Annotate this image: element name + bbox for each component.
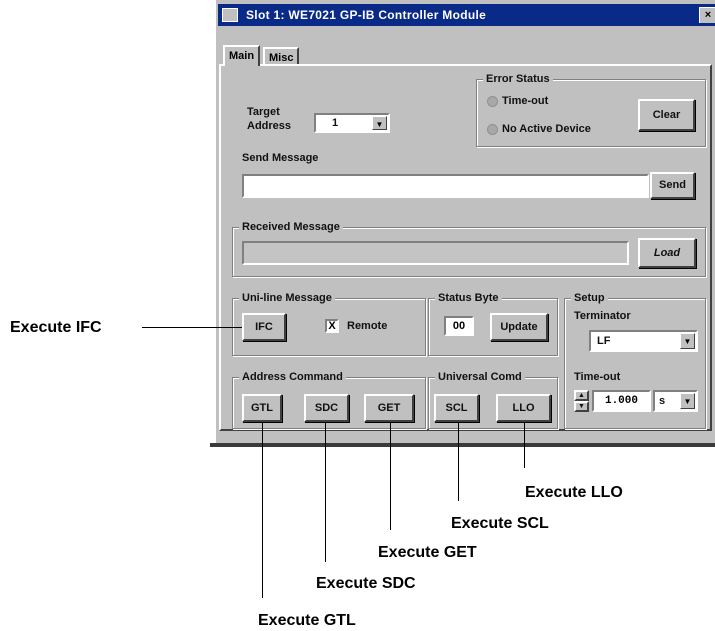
callout-line-gtl xyxy=(262,422,263,598)
window-left-edge xyxy=(214,0,216,443)
send-message-label: Send Message xyxy=(242,152,319,164)
clear-button[interactable]: Clear xyxy=(638,99,695,131)
chevron-down-icon[interactable]: ▼ xyxy=(680,333,695,349)
target-address-combobox[interactable]: 1 ▼ xyxy=(314,113,390,133)
callout-execute-llo: Execute LLO xyxy=(525,484,623,501)
callout-line-get xyxy=(390,422,391,530)
setup-legend: Setup xyxy=(571,292,608,305)
setup-timeout-label: Time-out xyxy=(574,371,621,383)
no-active-device-label: No Active Device xyxy=(502,123,591,135)
status-byte-value: 00 xyxy=(452,320,466,332)
error-status-legend: Error Status xyxy=(483,73,553,86)
callout-execute-gtl: Execute GTL xyxy=(258,612,356,629)
target-address-label-line2: Address xyxy=(247,120,292,132)
llo-button[interactable]: LLO xyxy=(496,394,551,422)
timeout-status-label: Time-out xyxy=(502,95,549,107)
scl-button[interactable]: SCL xyxy=(434,394,479,422)
universal-command-legend: Universal Comd xyxy=(435,371,525,384)
window-title: Slot 1: WE7021 GP-IB Controller Module xyxy=(246,8,487,22)
received-message-legend: Received Message xyxy=(239,221,343,234)
terminator-combobox[interactable]: LF ▼ xyxy=(589,330,698,352)
timeout-value: 1.000 xyxy=(604,395,638,407)
timeout-value-field[interactable]: 1.000 xyxy=(592,390,651,412)
title-bar[interactable]: Slot 1: WE7021 GP-IB Controller Module × xyxy=(218,4,715,26)
callout-line-sdc xyxy=(325,422,326,562)
callout-line-llo xyxy=(524,422,525,468)
get-button[interactable]: GET xyxy=(364,394,414,422)
chevron-down-icon[interactable]: ▼ xyxy=(372,116,387,130)
callout-line-scl xyxy=(458,422,459,501)
remote-checkbox[interactable]: X xyxy=(325,319,339,333)
callout-execute-get: Execute GET xyxy=(378,544,477,561)
terminator-value: LF xyxy=(597,335,611,347)
chevron-down-icon[interactable]: ▼ xyxy=(680,393,695,409)
status-byte-value-field: 00 xyxy=(444,316,474,336)
send-button[interactable]: Send xyxy=(650,172,695,199)
timeout-unit-value: s xyxy=(659,395,666,407)
remote-label: Remote xyxy=(347,320,388,332)
target-address-label-line1: Target xyxy=(247,106,280,118)
load-button[interactable]: Load xyxy=(638,238,696,268)
target-address-value: 1 xyxy=(332,117,339,129)
callout-execute-scl: Execute SCL xyxy=(451,515,549,532)
received-message-field xyxy=(242,241,629,265)
timeout-unit-combobox[interactable]: s ▼ xyxy=(653,390,698,412)
terminator-label: Terminator xyxy=(574,310,631,322)
close-button[interactable]: × xyxy=(699,7,715,23)
status-byte-legend: Status Byte xyxy=(435,292,502,305)
window-bottom-edge xyxy=(210,443,715,447)
callout-line-ifc xyxy=(142,327,242,328)
no-active-device-indicator xyxy=(487,124,498,135)
callout-execute-sdc: Execute SDC xyxy=(316,575,416,592)
app-icon[interactable] xyxy=(222,8,238,22)
timeout-spinner[interactable]: ▲ ▼ xyxy=(574,390,589,412)
spin-up-icon[interactable]: ▲ xyxy=(574,390,589,401)
checkbox-check-icon: X xyxy=(328,320,336,332)
ifc-button[interactable]: IFC xyxy=(242,313,286,341)
send-message-input[interactable] xyxy=(242,174,649,198)
address-command-legend: Address Command xyxy=(239,371,346,384)
gtl-button[interactable]: GTL xyxy=(242,394,282,422)
update-button[interactable]: Update xyxy=(490,313,548,341)
callout-execute-ifc: Execute IFC xyxy=(10,319,102,336)
timeout-indicator xyxy=(487,96,498,107)
tab-main[interactable]: Main xyxy=(223,45,261,66)
uniline-message-legend: Uni-line Message xyxy=(239,292,335,305)
spin-down-icon[interactable]: ▼ xyxy=(574,401,589,412)
sdc-button[interactable]: SDC xyxy=(304,394,349,422)
